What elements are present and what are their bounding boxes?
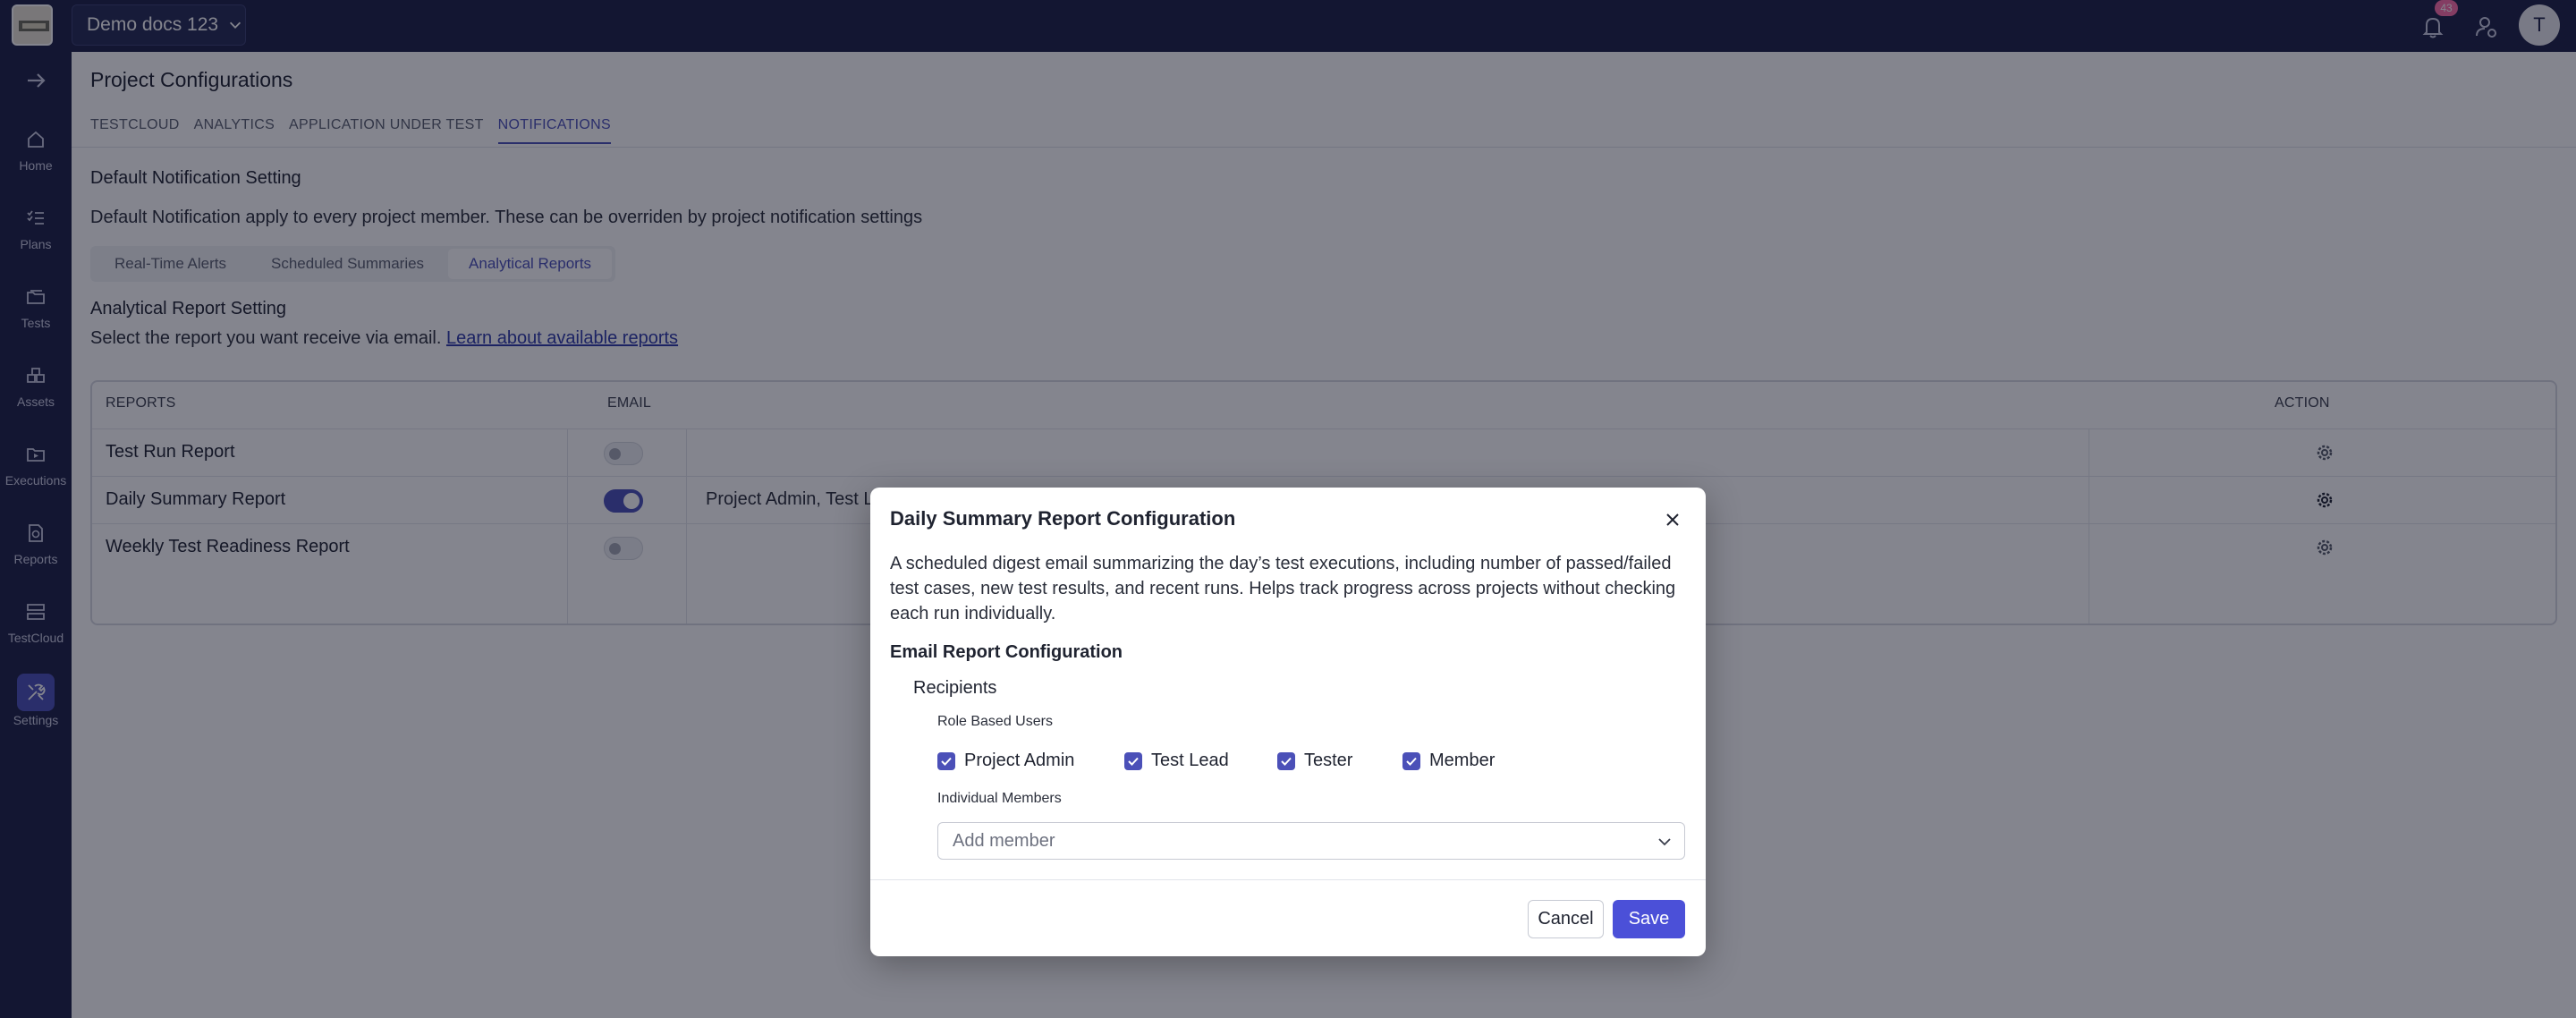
report-config-dialog: Daily Summary Report Configuration A sch… bbox=[870, 488, 1706, 956]
save-button[interactable]: Save bbox=[1613, 900, 1685, 938]
add-member-placeholder: Add member bbox=[953, 830, 1055, 851]
role-label: Member bbox=[1429, 751, 1496, 770]
recipients-label: Recipients bbox=[913, 678, 997, 698]
checkbox-checked[interactable] bbox=[1277, 751, 1295, 770]
dialog-footer-divider bbox=[870, 879, 1706, 880]
role-checkbox-tester[interactable]: Tester bbox=[1277, 751, 1402, 771]
check-icon bbox=[1128, 757, 1139, 766]
close-icon[interactable] bbox=[1662, 509, 1683, 530]
role-based-users-label: Role Based Users bbox=[937, 714, 1053, 729]
role-label: Tester bbox=[1304, 751, 1353, 770]
role-checkbox-project-admin[interactable]: Project Admin bbox=[937, 751, 1124, 771]
cancel-button[interactable]: Cancel bbox=[1528, 900, 1604, 938]
check-icon bbox=[1281, 757, 1292, 766]
checkbox-checked[interactable] bbox=[1124, 751, 1142, 770]
dialog-description: A scheduled digest email summarizing the… bbox=[890, 554, 1676, 624]
role-checkbox-test-lead[interactable]: Test Lead bbox=[1124, 751, 1277, 771]
add-member-select[interactable]: Add member bbox=[937, 822, 1685, 860]
check-icon bbox=[941, 757, 952, 766]
chevron-down-icon bbox=[1658, 838, 1671, 846]
checkbox-checked[interactable] bbox=[937, 751, 955, 770]
role-checkboxes: Project Admin Test Lead Tester Member bbox=[937, 751, 1528, 771]
check-icon bbox=[1406, 757, 1417, 766]
individual-members-label: Individual Members bbox=[937, 791, 1062, 806]
role-checkbox-member[interactable]: Member bbox=[1402, 751, 1528, 771]
checkbox-checked[interactable] bbox=[1402, 751, 1420, 770]
email-config-title: Email Report Configuration bbox=[890, 642, 1123, 662]
role-label: Test Lead bbox=[1151, 751, 1229, 770]
dialog-title: Daily Summary Report Configuration bbox=[890, 507, 1236, 530]
role-label: Project Admin bbox=[964, 751, 1075, 770]
